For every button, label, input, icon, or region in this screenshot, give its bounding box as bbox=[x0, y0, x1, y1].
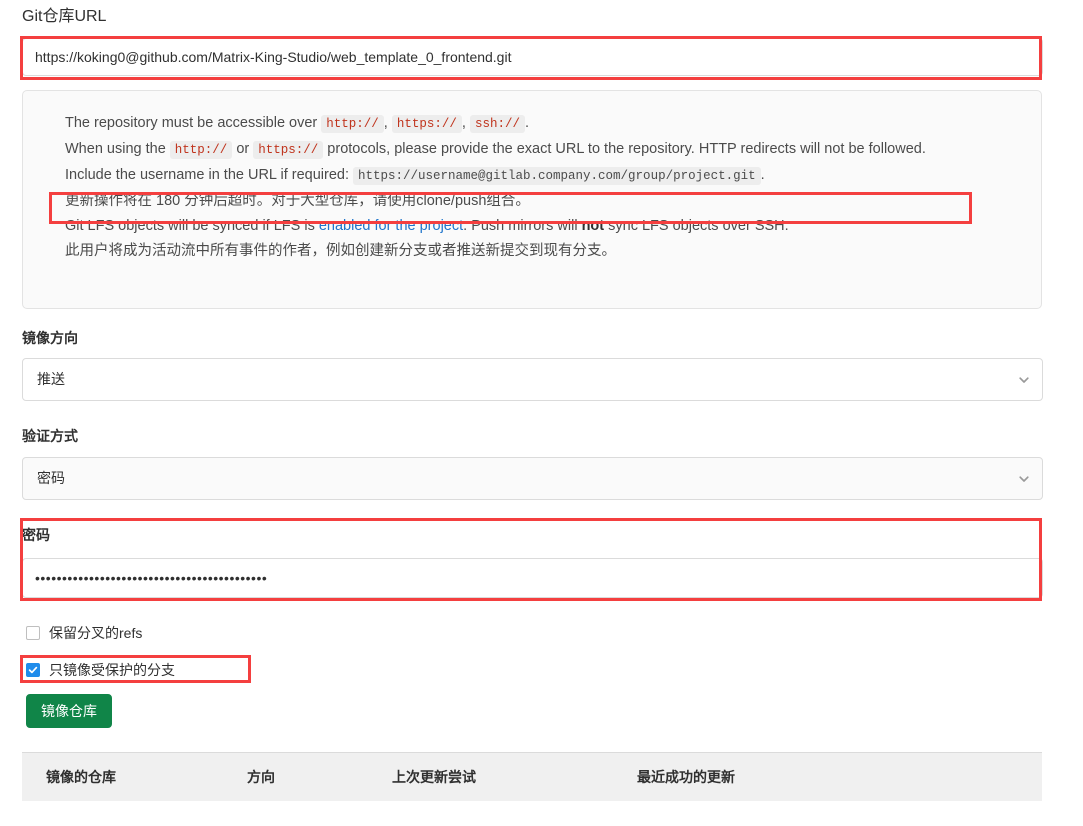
info-line-5-text-c: sync LFS objects over SSH. bbox=[604, 218, 789, 234]
info-line-5: Git LFS objects will be synced if LFS is… bbox=[65, 214, 1019, 239]
code-http: http:// bbox=[321, 115, 384, 133]
lfs-enabled-link[interactable]: enabled for the project bbox=[319, 218, 463, 234]
info-line-3-end: . bbox=[760, 167, 765, 183]
checkbox-box[interactable] bbox=[26, 663, 40, 677]
info-line-1: The repository must be accessible over h… bbox=[65, 111, 1019, 137]
info-line-4: 更新操作将在 180 分钟后超时。对于大型仓库，请使用clone/push组合。 bbox=[65, 193, 530, 209]
info-line-3-text-a: Include the username in the URL if requi… bbox=[65, 167, 354, 183]
mirror-settings-page: Git仓库URL https://koking0@github.com/Matr… bbox=[0, 0, 1083, 826]
code-ssh: ssh:// bbox=[469, 115, 525, 133]
mirror-direction-select[interactable]: 推送 bbox=[22, 358, 1043, 401]
info-line-2-mid: or bbox=[232, 141, 254, 157]
auth-method-label: 验证方式 bbox=[22, 428, 78, 444]
repo-url-input[interactable]: https://koking0@github.com/Matrix-King-S… bbox=[22, 38, 1043, 76]
table-header-direction: 方向 bbox=[247, 769, 275, 785]
table-header-last-successful-update: 最近成功的更新 bbox=[637, 769, 735, 785]
code-https: https:// bbox=[391, 115, 462, 133]
info-line-1-end: . bbox=[524, 115, 529, 131]
mirror-direction-label: 镜像方向 bbox=[22, 330, 78, 346]
info-panel: The repository must be accessible over h… bbox=[22, 90, 1042, 309]
info-line-5-bold: not bbox=[581, 218, 605, 234]
info-line-3: Include the username in the URL if requi… bbox=[65, 163, 1019, 189]
code-username-url: https://username@gitlab.company.com/grou… bbox=[353, 167, 761, 185]
auth-method-value: 密码 bbox=[37, 470, 65, 486]
info-line-5-text-a: Git LFS objects will be synced if LFS is bbox=[65, 218, 319, 234]
info-line-2-text-a: When using the bbox=[65, 141, 170, 157]
chevron-down-icon bbox=[1018, 473, 1030, 485]
auth-method-select[interactable]: 密码 bbox=[22, 457, 1043, 500]
checkbox-keep-divergent-refs[interactable]: 保留分叉的refs bbox=[26, 624, 142, 642]
mirror-direction-value: 推送 bbox=[37, 371, 65, 387]
checkbox-label: 只镜像受保护的分支 bbox=[49, 662, 175, 678]
info-line-1-text-a: The repository must be accessible over bbox=[65, 115, 322, 131]
mirror-repository-button[interactable]: 镜像仓库 bbox=[26, 694, 112, 728]
code-http-2: http:// bbox=[169, 141, 233, 159]
password-label: 密码 bbox=[22, 527, 50, 543]
checkbox-label: 保留分叉的refs bbox=[49, 625, 143, 641]
password-input[interactable]: ••••••••••••••••••••••••••••••••••••••••… bbox=[22, 558, 1043, 598]
table-header-repository: 镜像的仓库 bbox=[46, 769, 116, 785]
info-line-5-text-b: . Push mirrors will bbox=[463, 218, 582, 234]
checkbox-only-protected-branches[interactable]: 只镜像受保护的分支 bbox=[26, 661, 175, 679]
info-line-2-text-b: protocols, please provide the exact URL … bbox=[323, 141, 926, 157]
mirrored-repositories-table: 镜像的仓库 方向 上次更新尝试 最近成功的更新 bbox=[22, 752, 1042, 801]
table-header-row: 镜像的仓库 方向 上次更新尝试 最近成功的更新 bbox=[22, 753, 1042, 801]
code-https-2: https:// bbox=[253, 141, 324, 159]
info-line-6: 此用户将成为活动流中所有事件的作者，例如创建新分支或者推送新提交到现有分支。 bbox=[65, 243, 616, 259]
info-line-2: When using the http:// or https:// proto… bbox=[65, 137, 1020, 163]
table-header-last-update-attempt: 上次更新尝试 bbox=[392, 769, 476, 785]
info-line-1-sep-1: , bbox=[383, 115, 392, 131]
repo-url-label: Git仓库URL bbox=[22, 8, 107, 25]
chevron-down-icon bbox=[1018, 374, 1030, 386]
checkbox-box[interactable] bbox=[26, 626, 40, 640]
info-line-1-sep-2: , bbox=[461, 115, 470, 131]
